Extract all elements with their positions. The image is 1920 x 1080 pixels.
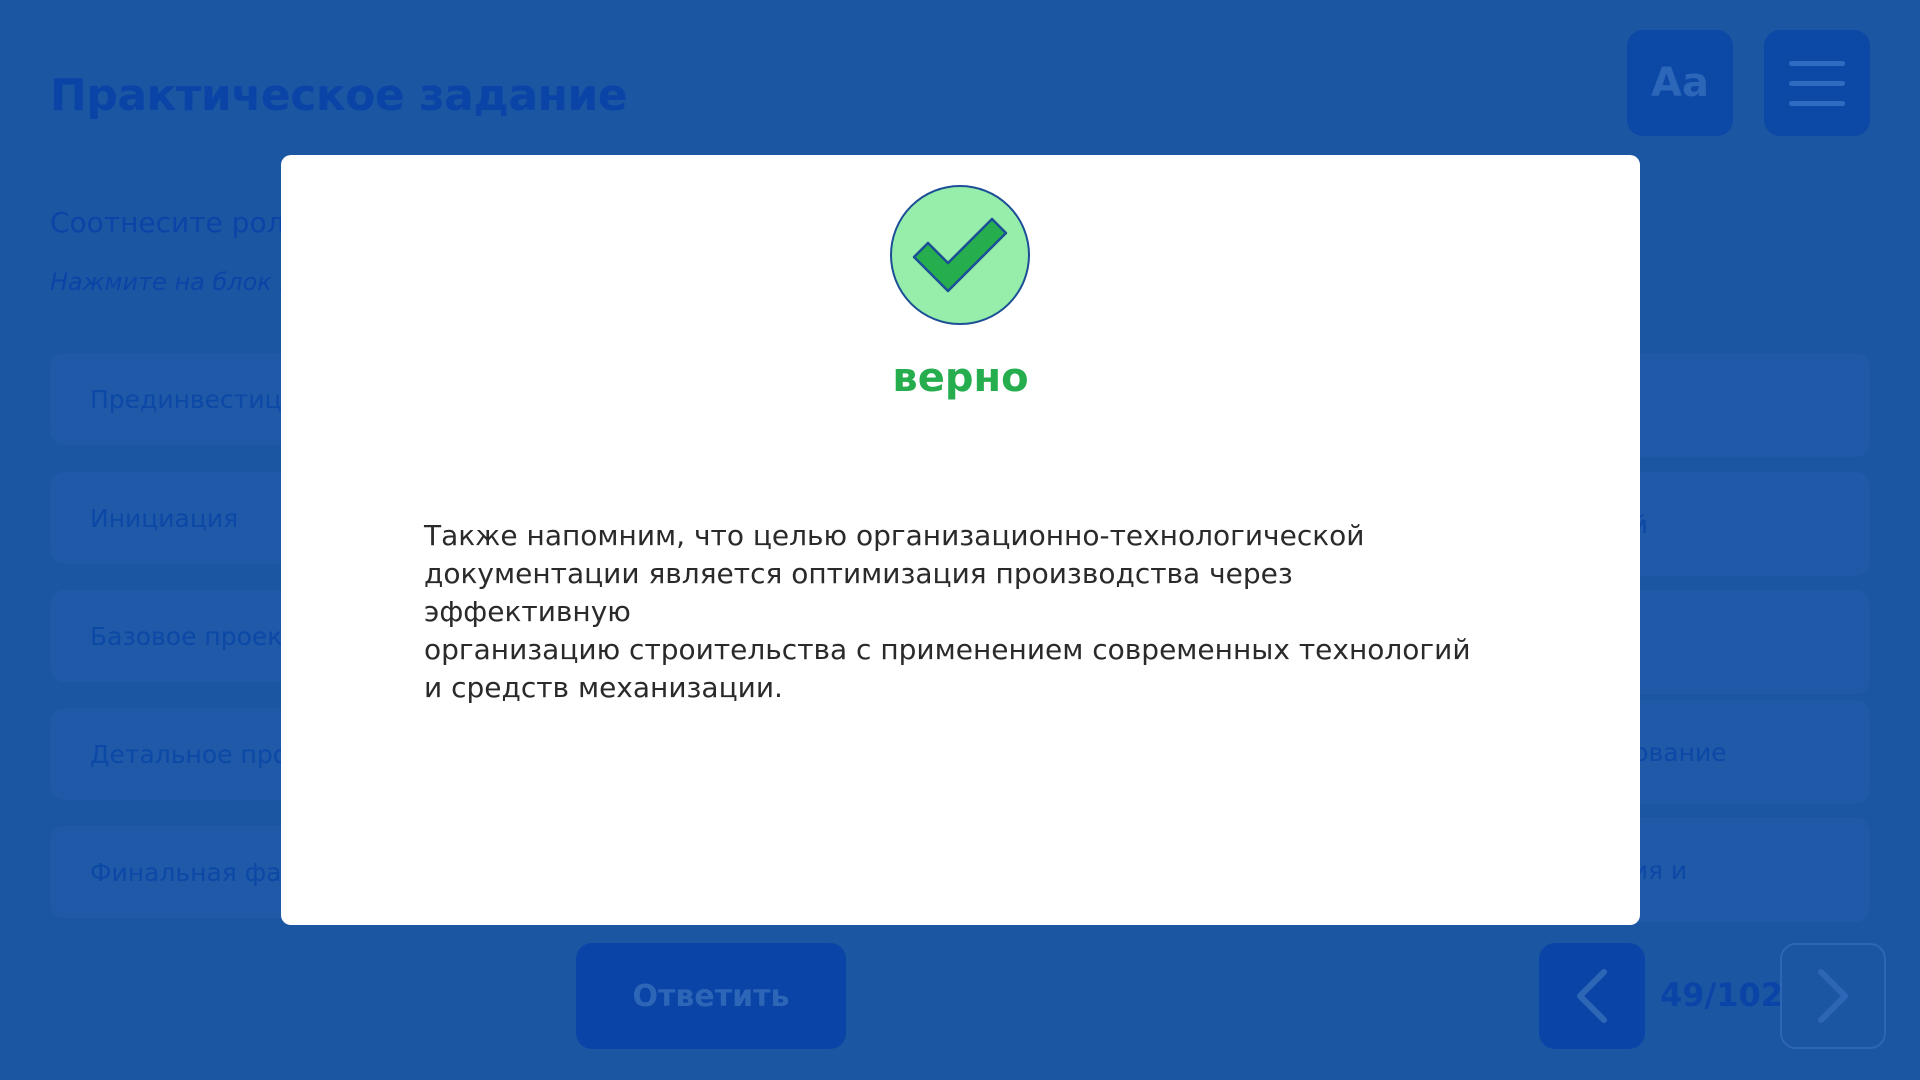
success-badge (890, 185, 1030, 325)
check-icon (912, 217, 1008, 293)
feedback-text: Также напомним, что целью организационно… (424, 519, 1471, 704)
feedback-modal: верно Также напомним, что целью организа… (281, 155, 1640, 925)
result-label: верно (892, 355, 1029, 401)
